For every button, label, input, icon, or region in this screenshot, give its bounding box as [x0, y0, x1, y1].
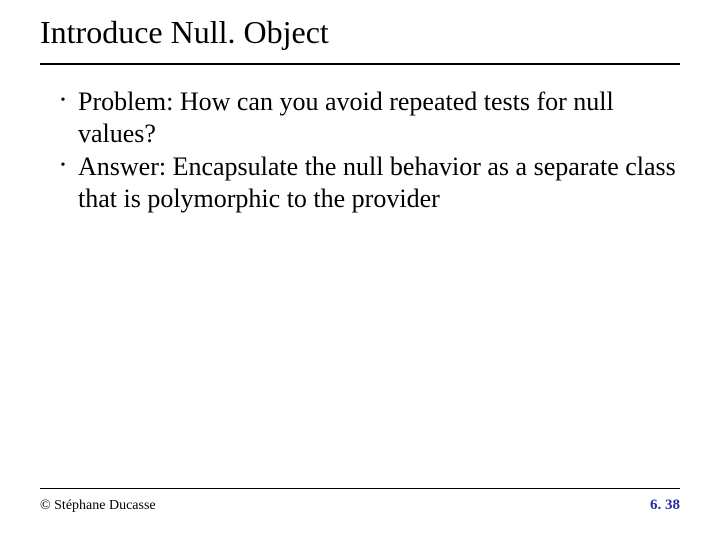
bullet-icon: •	[58, 151, 68, 181]
slide: Introduce Null. Object • Problem: How ca…	[0, 0, 720, 540]
slide-title: Introduce Null. Object	[40, 14, 680, 61]
title-underline	[40, 63, 680, 65]
list-item: • Answer: Encapsulate the null behavior …	[58, 151, 680, 214]
footer-row: © Stéphane Ducasse 6. 38	[40, 497, 680, 514]
list-item: • Problem: How can you avoid repeated te…	[58, 86, 680, 149]
page-number: 6. 38	[650, 497, 680, 514]
footer: © Stéphane Ducasse 6. 38	[40, 488, 680, 514]
bullet-text: Answer: Encapsulate the null behavior as…	[78, 151, 680, 214]
bullet-text: Problem: How can you avoid repeated test…	[78, 86, 680, 149]
title-block: Introduce Null. Object	[40, 14, 680, 65]
bullet-icon: •	[58, 86, 68, 116]
body: • Problem: How can you avoid repeated te…	[58, 86, 680, 217]
copyright: © Stéphane Ducasse	[40, 498, 156, 514]
footer-rule	[40, 488, 680, 489]
